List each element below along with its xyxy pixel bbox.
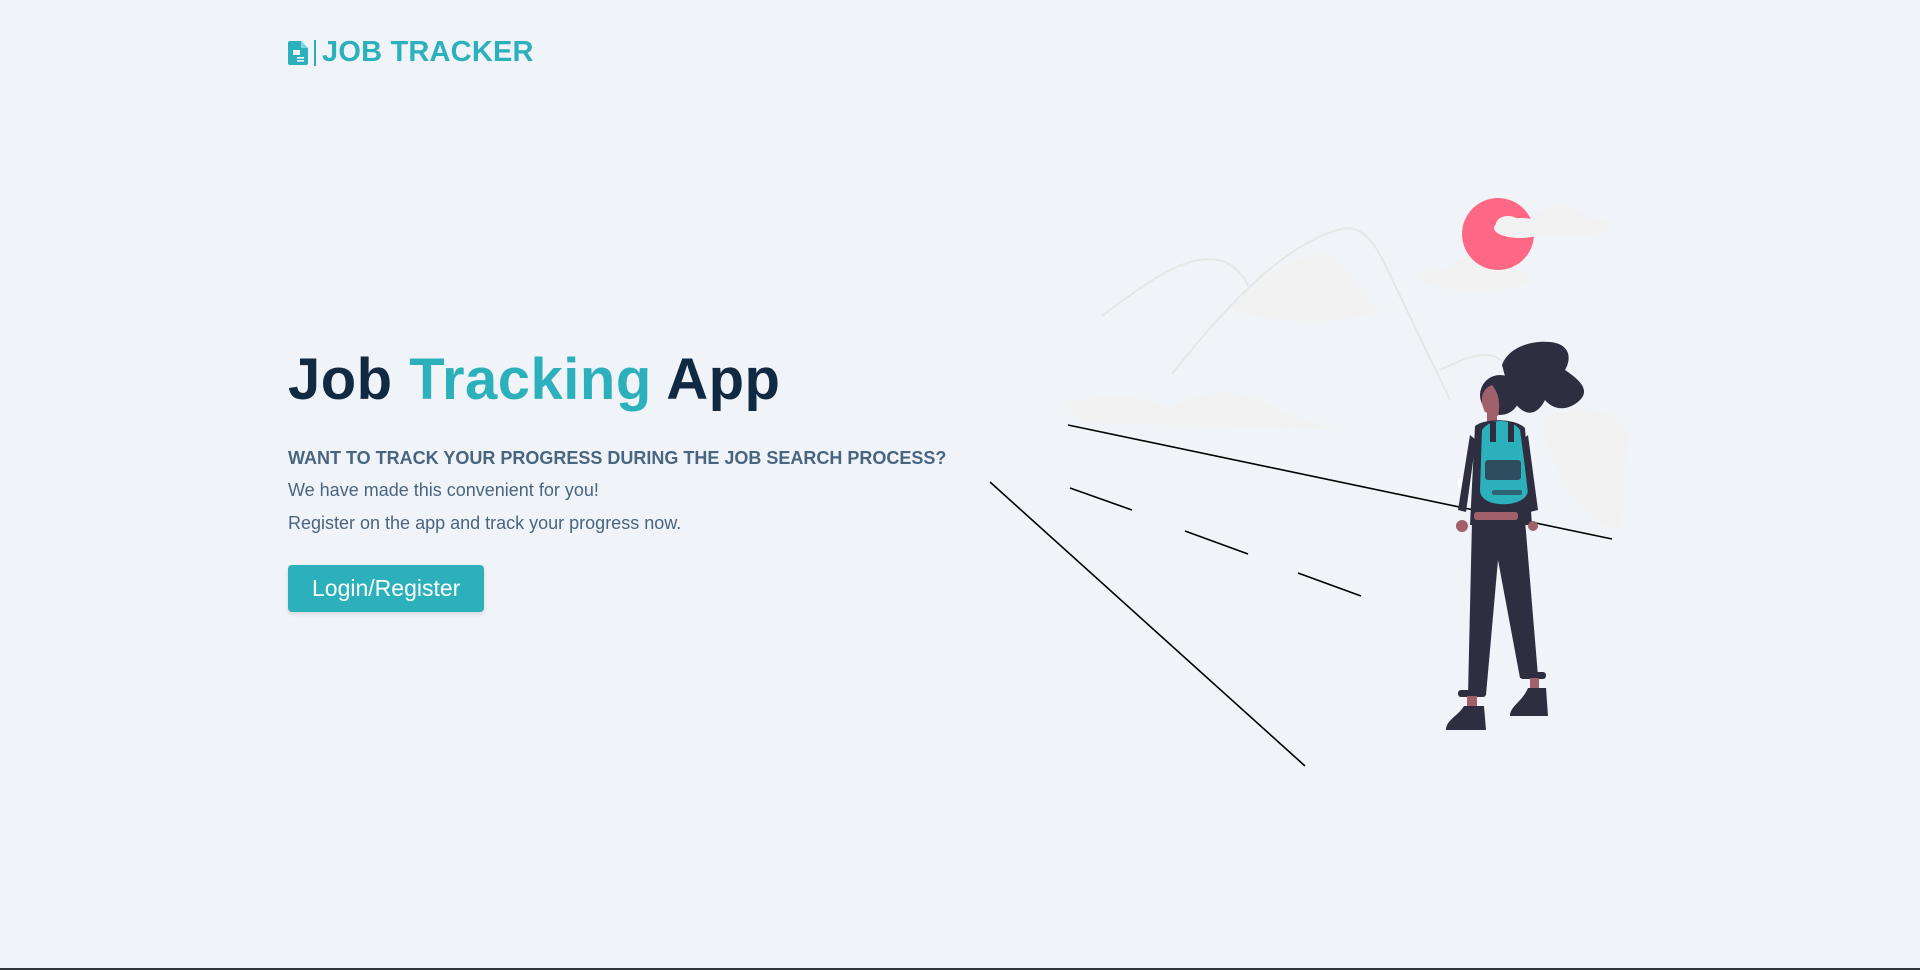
landing-page: JOB TRACKER Job Tracking App WANT TO TRA… [0, 0, 1920, 970]
hero-title-accent: Tracking [409, 347, 652, 412]
hero-description: We have made this convenient for you! [288, 480, 599, 500]
hero-title-part1: Job [288, 347, 410, 412]
hero-description-2: Register on the app and track your progr… [288, 513, 682, 533]
woman-figure [1446, 341, 1585, 730]
login-register-button[interactable]: Login/Register [288, 565, 485, 612]
logo-divider [314, 39, 316, 66]
logo-text: JOB TRACKER [322, 36, 534, 68]
hero-tagline: WANT TO TRACK YOUR PROGRESS DURING THE J… [288, 448, 947, 468]
hero-illustration [989, 198, 1630, 767]
hero-title: Job Tracking App [288, 340, 988, 420]
document-icon [288, 40, 308, 65]
hero-section: Job Tracking App WANT TO TRACK YOUR PROG… [288, 340, 988, 612]
logo[interactable]: JOB TRACKER [288, 36, 534, 69]
hero-title-part2: App [651, 347, 781, 412]
